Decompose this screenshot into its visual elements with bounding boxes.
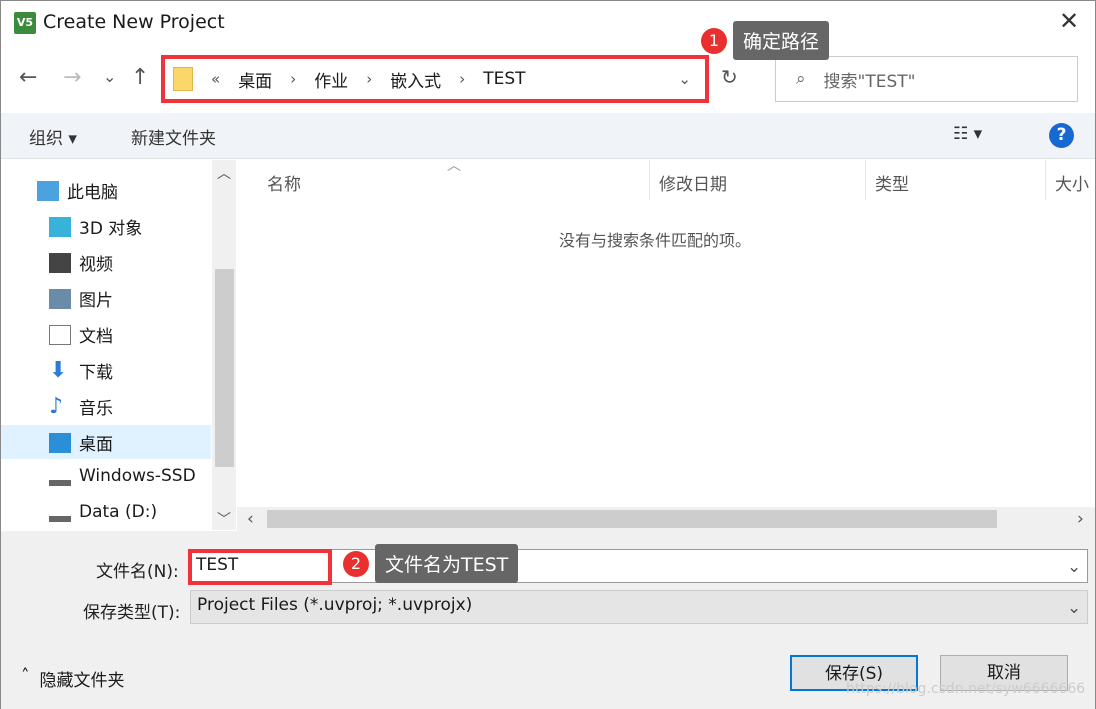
hide-folders-toggle[interactable]: ˄ 隐藏文件夹 [21,666,125,691]
chevron-right-icon: › [290,70,297,88]
sidebar-item-label: 音乐 [79,399,113,419]
annotation-1: 1 确定路径 [701,21,830,60]
sidebar-item-label: 此电脑 [67,183,118,203]
drive-icon [49,466,71,486]
window-title: Create New Project [43,11,225,33]
app-icon: V5 [14,12,36,34]
sidebar-item[interactable]: ⬇ 下载 [49,358,113,383]
hide-folders-label: 隐藏文件夹 [39,671,125,691]
breadcrumb-item[interactable]: TEST [483,69,525,89]
chevron-down-icon[interactable]: ⌄ [1067,557,1081,577]
document-icon [49,324,71,345]
search-input[interactable]: ⌕ 搜索"TEST" [775,56,1078,102]
breadcrumb-item[interactable]: 作业 [314,67,348,92]
scroll-up-icon[interactable]: ︿ [217,163,231,183]
sidebar-item[interactable]: 文档 [49,322,113,347]
video-icon [49,252,71,273]
recent-button[interactable]: ⌄ [103,67,116,86]
cube-icon [49,216,71,237]
up-button[interactable]: ↑ [131,65,149,90]
annotation-badge: 2 [343,550,369,577]
column-divider[interactable] [865,160,866,200]
column-divider[interactable] [1045,160,1046,200]
sidebar-item[interactable]: 图片 [49,286,113,311]
scrollbar-thumb[interactable] [267,510,997,528]
sort-ascending-icon: ︿ [447,158,461,174]
computer-icon [37,180,59,201]
column-date[interactable]: 修改日期 [659,170,727,195]
sidebar-item-label: 下载 [79,363,113,383]
sidebar-item-label: 视频 [79,255,113,275]
watermark: https://blog.csdn.net/syw6666666 [846,681,1086,697]
sidebar-item[interactable]: Data (D:) [49,502,157,522]
column-size[interactable]: 大小 [1055,170,1089,195]
sidebar-item-label: 图片 [79,291,113,311]
sidebar-item[interactable]: ♪ 音乐 [49,394,113,419]
forward-button[interactable]: → [63,65,81,90]
empty-message: 没有与搜索条件匹配的项。 [559,231,752,250]
annotation-tooltip: 确定路径 [733,21,830,60]
filename-highlight: TEST [188,549,332,585]
filetype-label: 保存类型(T): [83,603,181,623]
filetype-value: Project Files (*.uvproj; *.uvprojx) [197,595,473,615]
search-placeholder: 搜索"TEST" [823,71,916,92]
organize-menu[interactable]: 组织 ▾ [29,124,77,149]
annotation-tooltip: 文件名为TEST [375,544,519,583]
folder-icon [173,67,193,91]
column-type[interactable]: 类型 [875,170,909,195]
scroll-right-icon[interactable]: › [1077,509,1084,529]
chevron-right-icon: › [366,70,373,88]
close-button[interactable]: ✕ [1059,7,1079,35]
column-name[interactable]: 名称 [267,170,301,195]
filetype-select[interactable]: Project Files (*.uvproj; *.uvprojx) [190,590,1088,624]
column-divider[interactable] [649,160,650,200]
sidebar-item-label: Windows-SSD [79,466,196,486]
filename-label: 文件名(N): [96,562,179,582]
breadcrumb-item[interactable]: 嵌入式 [390,67,441,92]
annotation-2: 2 文件名为TEST [343,544,519,583]
filename-value[interactable]: TEST [196,555,238,575]
picture-icon [49,288,71,309]
sidebar-item-label: 文档 [79,327,113,347]
sidebar-item-label: 3D 对象 [79,219,143,239]
sidebar-item[interactable]: 此电脑 [37,178,118,203]
new-folder-button[interactable]: 新建文件夹 [131,124,216,149]
sidebar-item[interactable]: 桌面 [49,430,113,455]
sidebar-item[interactable]: 视频 [49,250,113,275]
music-icon: ♪ [49,393,64,419]
annotation-badge: 1 [701,27,727,54]
address-dropdown[interactable]: ⌄ [678,70,691,88]
scroll-down-icon[interactable]: ﹀ [217,509,231,529]
sidebar-item[interactable]: 3D 对象 [49,214,142,239]
refresh-button[interactable]: ↻ [721,65,738,89]
chevron-up-icon: ˄ [21,666,30,686]
scroll-left-icon[interactable]: ‹ [247,509,254,529]
chevron-down-icon[interactable]: ⌄ [1067,598,1081,618]
help-icon[interactable]: ? [1049,123,1074,148]
sidebar-item[interactable]: Windows-SSD [49,466,196,486]
search-icon: ⌕ [796,69,806,89]
download-icon: ⬇ [49,357,68,383]
view-menu[interactable]: ☷ ▾ [953,124,982,144]
address-bar[interactable]: « 桌面 › 作业 › 嵌入式 › TEST ⌄ [161,55,709,103]
drive-icon [49,502,71,522]
scrollbar-thumb[interactable] [215,269,234,467]
desktop-icon [49,432,71,453]
overflow-icon[interactable]: « [211,70,220,88]
back-button[interactable]: ← [19,65,37,90]
breadcrumb-item[interactable]: 桌面 [238,67,272,92]
chevron-right-icon: › [459,70,466,88]
sidebar-item-label: 桌面 [79,435,113,455]
sidebar-item-label: Data (D:) [79,502,158,522]
